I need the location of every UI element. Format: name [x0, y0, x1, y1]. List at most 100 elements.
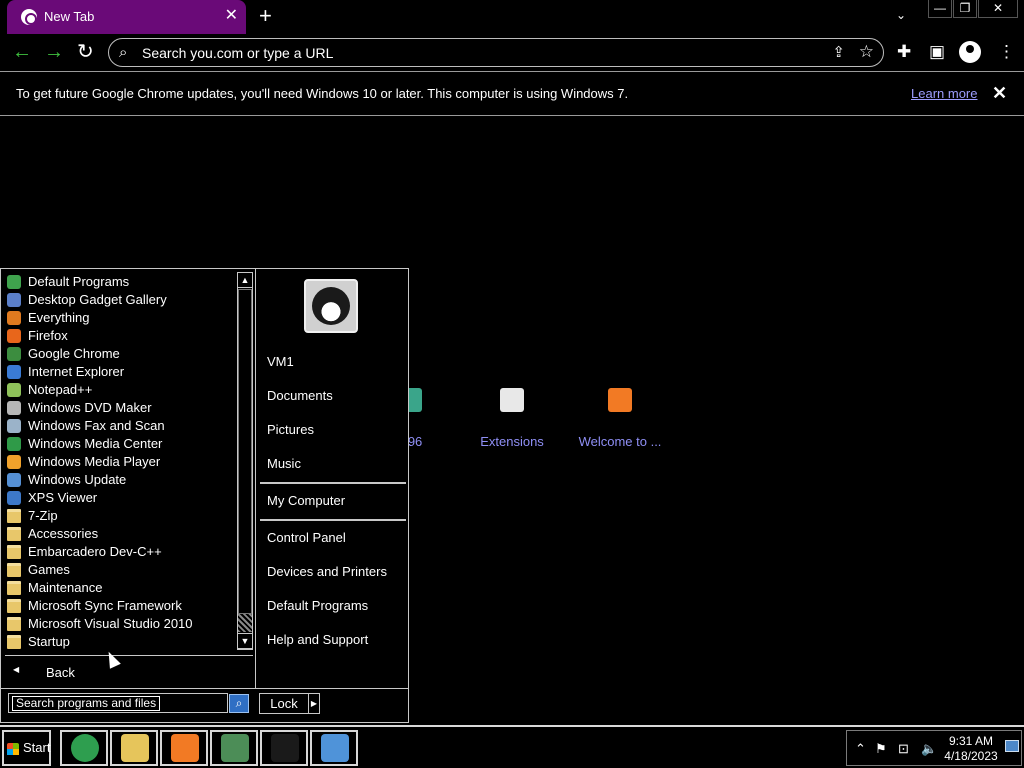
program-item[interactable]: Everything [3, 309, 235, 327]
tab-search-chevron-icon[interactable]: ⌄ [896, 8, 906, 22]
program-icon [7, 383, 21, 397]
program-item[interactable]: XPS Viewer [3, 489, 235, 507]
scrollbar-thumb[interactable] [238, 289, 252, 614]
control-panel-link[interactable]: Control Panel [267, 530, 346, 546]
share-icon[interactable]: ⇪ [832, 43, 845, 61]
kebab-menu-icon[interactable]: ⋮ [998, 41, 1015, 63]
program-item[interactable]: Google Chrome [3, 345, 235, 363]
taskbar-app-button[interactable] [160, 730, 208, 766]
taskbar-app-button[interactable] [310, 730, 358, 766]
program-item[interactable]: Windows Fax and Scan [3, 417, 235, 435]
taskbar-app-button[interactable] [210, 730, 258, 766]
program-item[interactable]: Microsoft Visual Studio 2010 [3, 615, 235, 633]
program-item[interactable]: Notepad++ [3, 381, 235, 399]
shortcut-extensions[interactable]: Extensions [462, 388, 562, 449]
tab-close-icon[interactable]: ✕ [225, 7, 238, 25]
program-item[interactable]: Startup [3, 633, 235, 651]
program-item[interactable]: Microsoft Sync Framework [3, 597, 235, 615]
close-window-button[interactable]: ✕ [978, 0, 1018, 18]
minimize-button[interactable]: — [928, 0, 952, 18]
program-item[interactable]: Windows DVD Maker [3, 399, 235, 417]
taskbar-app-button[interactable] [260, 730, 308, 766]
program-item[interactable]: Internet Explorer [3, 363, 235, 381]
windows-logo-icon [7, 743, 19, 755]
omnibox[interactable]: ⌕ Search you.com or type a URL ⇪ ☆ [108, 38, 884, 67]
volume-muted-icon[interactable]: 🔈 [921, 742, 937, 756]
user-folder-link[interactable]: VM1 [267, 354, 294, 370]
devices-printers-link[interactable]: Devices and Printers [267, 564, 387, 580]
program-item[interactable]: Games [3, 561, 235, 579]
network-icon[interactable]: ⊡ [898, 742, 909, 756]
program-item[interactable]: Windows Update [3, 471, 235, 489]
back-button[interactable]: ← [12, 40, 32, 64]
profile-icon[interactable] [959, 41, 981, 63]
program-icon [7, 311, 21, 325]
program-item[interactable]: Windows Media Center [3, 435, 235, 453]
folder-icon [7, 509, 21, 523]
taskbar-app-button[interactable] [110, 730, 158, 766]
infobar-message: To get future Google Chrome updates, you… [16, 86, 629, 101]
search-programs-input[interactable]: Search programs and files [8, 693, 228, 713]
pictures-link[interactable]: Pictures [267, 422, 314, 438]
new-tab-button[interactable]: + [259, 4, 272, 28]
documents-link[interactable]: Documents [267, 388, 333, 404]
program-item[interactable]: Maintenance [3, 579, 235, 597]
program-icon [7, 419, 21, 433]
help-support-link[interactable]: Help and Support [267, 632, 368, 648]
show-desktop-icon[interactable] [1005, 740, 1019, 752]
back-button[interactable]: ◀ Back [5, 663, 245, 683]
program-item[interactable]: Windows Media Player [3, 453, 235, 471]
scroll-down-icon[interactable]: ▼ [237, 633, 253, 649]
learn-more-link[interactable]: Learn more [911, 86, 977, 101]
tab-new-tab[interactable]: New Tab ✕ [7, 0, 246, 34]
infobar-close-icon[interactable]: ✕ [992, 83, 1007, 104]
program-item[interactable]: Firefox [3, 327, 235, 345]
program-label: Accessories [28, 526, 99, 541]
taskbar-app-button[interactable] [60, 730, 108, 766]
scroll-up-icon[interactable]: ▲ [237, 272, 253, 288]
column-divider [255, 269, 256, 688]
program-item[interactable]: Embarcadero Dev-C++ [3, 543, 235, 561]
program-item[interactable]: Accessories [3, 525, 235, 543]
shutdown-options-arrow-icon[interactable]: ▶ [308, 693, 320, 714]
program-label: Firefox [28, 328, 68, 343]
reload-button[interactable]: ↻ [77, 40, 94, 64]
action-center-flag-icon[interactable]: ⚑ [875, 742, 887, 756]
scrollbar-grip [238, 614, 252, 632]
command-prompt-icon [271, 734, 299, 762]
divider [260, 482, 406, 484]
forward-button[interactable]: → [44, 40, 64, 64]
lock-button[interactable]: Lock [259, 693, 309, 714]
star-icon[interactable]: ☆ [859, 42, 874, 62]
program-label: Windows DVD Maker [28, 400, 152, 415]
user-avatar[interactable] [304, 279, 358, 333]
my-computer-link[interactable]: My Computer [267, 493, 345, 509]
show-hidden-icons-icon[interactable]: ⌃ [855, 742, 866, 756]
shortcut-welcome[interactable]: Welcome to ... [570, 388, 670, 449]
system-tray: ⌃ ⚑ ⊡ 🔈 9:31 AM 4/18/2023 [846, 730, 1022, 766]
program-label: Notepad++ [28, 382, 93, 397]
program-item[interactable]: 7-Zip [3, 507, 235, 525]
clock[interactable]: 9:31 AM 4/18/2023 [941, 734, 1001, 764]
taskbar: Start ⌃ ⚑ ⊡ 🔈 9:31 AM 4/18/2023 [0, 725, 1024, 768]
default-programs-link[interactable]: Default Programs [267, 598, 368, 614]
tab-title: New Tab [44, 9, 95, 24]
program-item[interactable]: Default Programs [3, 273, 235, 291]
puzzle-icon[interactable]: ✚ [897, 41, 911, 63]
search-icon: ⌕ [119, 44, 128, 61]
start-button[interactable]: Start [2, 730, 51, 766]
program-icon [7, 347, 21, 361]
program-label: Maintenance [28, 580, 103, 595]
restore-button[interactable]: ❐ [953, 0, 977, 18]
control-panel-icon [321, 734, 349, 762]
sidepanel-icon[interactable]: ▣ [929, 41, 945, 63]
back-arrow-icon: ◀ [13, 665, 20, 674]
program-item[interactable]: Desktop Gadget Gallery [3, 291, 235, 309]
music-link[interactable]: Music [267, 456, 301, 472]
search-icon[interactable]: ⌕ [229, 694, 249, 713]
shortcut-label: Extensions [480, 434, 544, 449]
omnibox-placeholder[interactable]: Search you.com or type a URL [142, 45, 333, 61]
program-icon [7, 329, 21, 343]
new-tab-favicon-icon [21, 9, 37, 25]
start-label: Start [23, 740, 51, 755]
